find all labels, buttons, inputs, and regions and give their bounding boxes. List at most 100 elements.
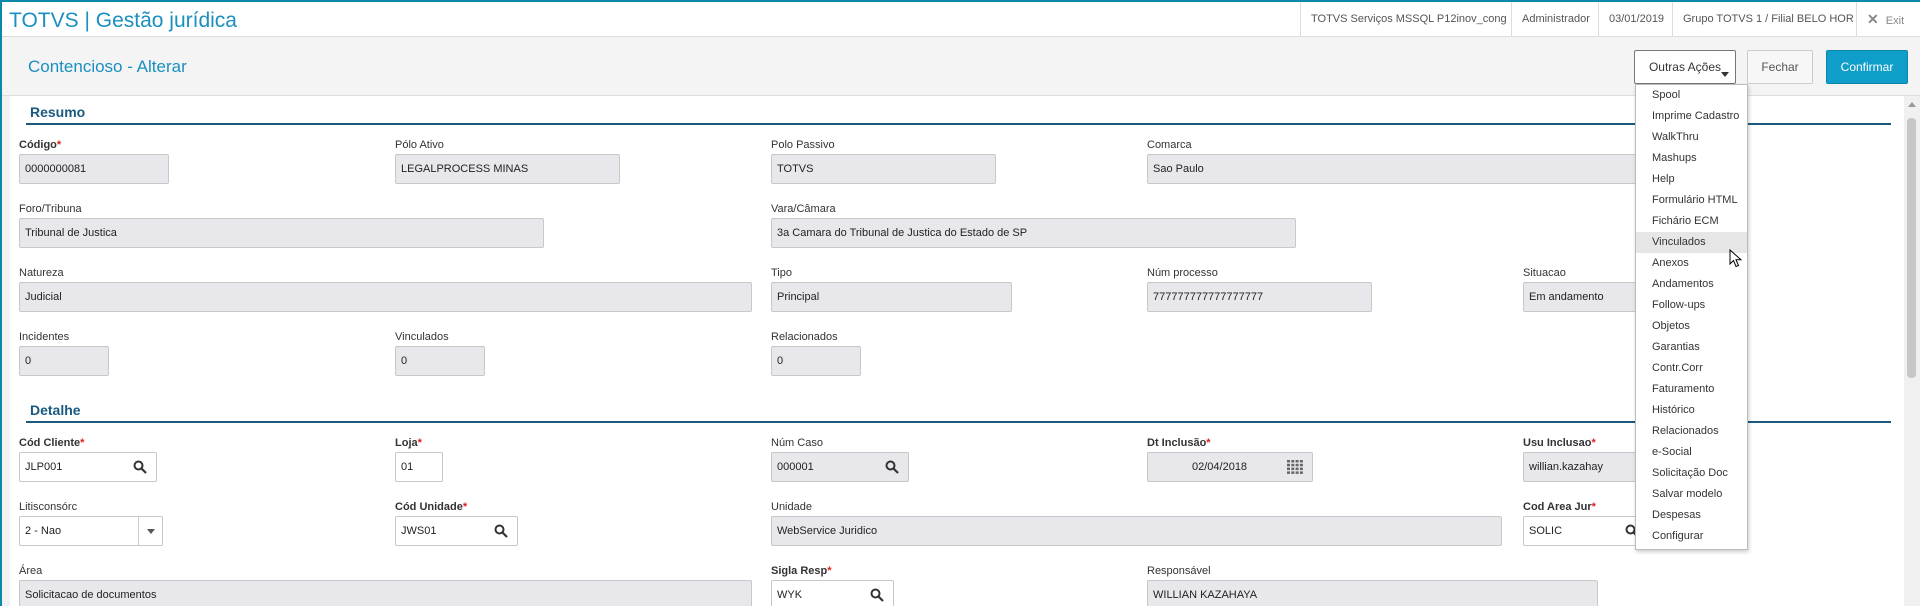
other-actions-menu: Spool Imprime Cadastro WalkThru Mashups … <box>1635 84 1748 550</box>
scrollbar-thumb[interactable] <box>1907 118 1916 378</box>
sigla-resp-label: Sigla Resp* <box>771 565 832 577</box>
menu-item-historico[interactable]: Histórico <box>1636 400 1747 421</box>
confirm-button[interactable]: Confirmar <box>1826 50 1908 84</box>
menu-item-relacionados[interactable]: Relacionados <box>1636 421 1747 442</box>
menu-item-salvar-modelo[interactable]: Salvar modelo <box>1636 484 1747 505</box>
environment-info: TOTVS Serviços MSSQL P12inov_cong <box>1300 2 1517 37</box>
menu-item-follow-ups[interactable]: Follow-ups <box>1636 295 1747 316</box>
form-content: Resumo Código* 0000000081 Pólo Ativo LEG… <box>10 96 1904 606</box>
caret-down-icon <box>1721 72 1729 77</box>
page-title: Contencioso - Alterar <box>28 57 187 76</box>
app-title: TOTVS | Gestão jurídica <box>9 9 237 32</box>
close-icon: ✕ <box>1867 11 1879 27</box>
exit-button[interactable]: ✕ Exit <box>1856 2 1920 37</box>
responsavel-field[interactable]: WILLIAN KAZAHAYA <box>1147 580 1598 606</box>
vinculados-label: Vinculados <box>395 331 449 343</box>
relacionados-field[interactable]: 0 <box>771 346 861 376</box>
area-field[interactable]: Solicitacao de documentos <box>19 580 752 606</box>
codigo-label: Código* <box>19 139 62 151</box>
calendar-icon[interactable] <box>1287 460 1303 474</box>
vara-field[interactable]: 3a Camara do Tribunal de Justica do Esta… <box>771 218 1296 248</box>
mouse-pointer-icon <box>1729 249 1743 268</box>
top-bar: TOTVS | Gestão jurídica TOTVS Serviços M… <box>2 0 1920 37</box>
tipo-label: Tipo <box>771 267 792 279</box>
menu-item-objetos[interactable]: Objetos <box>1636 316 1747 337</box>
cod-area-jur-field[interactable]: SOLIC <box>1523 516 1642 546</box>
menu-item-walkthru[interactable]: WalkThru <box>1636 127 1747 148</box>
incidentes-field[interactable]: 0 <box>19 346 109 376</box>
cod-unidade-field[interactable]: JWS01 <box>395 516 518 546</box>
natureza-field[interactable]: Judicial <box>19 282 752 312</box>
polo-passivo-label: Polo Passivo <box>771 139 835 151</box>
num-caso-label: Núm Caso <box>771 437 823 449</box>
num-processo-field[interactable]: 777777777777777777 <box>1147 282 1372 312</box>
menu-item-fichario-ecm[interactable]: Fichário ECM <box>1636 211 1747 232</box>
situacao-label: Situacao <box>1523 267 1566 279</box>
menu-item-solicitacao-doc[interactable]: Solicitação Doc <box>1636 463 1747 484</box>
close-button[interactable]: Fechar <box>1747 50 1813 84</box>
unidade-label: Unidade <box>771 501 812 513</box>
litisconsorc-select[interactable]: 2 - Nao <box>19 516 163 546</box>
date-info: 03/01/2019 <box>1598 2 1674 37</box>
exit-label: Exit <box>1885 15 1905 27</box>
section-divider <box>26 123 1891 125</box>
situacao-field[interactable]: Em andamento <box>1523 282 1642 312</box>
menu-item-faturamento[interactable]: Faturamento <box>1636 379 1747 400</box>
vinculados-field[interactable]: 0 <box>395 346 485 376</box>
section-title-detalhe: Detalhe <box>30 402 81 418</box>
responsavel-label: Responsável <box>1147 565 1211 577</box>
menu-item-help[interactable]: Help <box>1636 169 1747 190</box>
dt-inclusao-field[interactable]: 02/04/2018 <box>1147 452 1313 482</box>
menu-item-formulario-html[interactable]: Formulário HTML <box>1636 190 1747 211</box>
polo-passivo-field[interactable]: TOTVS <box>771 154 996 184</box>
litisconsorc-label: Litisconsórc <box>19 501 78 513</box>
codigo-field[interactable]: 0000000081 <box>19 154 169 184</box>
search-icon[interactable] <box>885 460 899 474</box>
menu-item-mashups[interactable]: Mashups <box>1636 148 1747 169</box>
page-header: Contencioso - Alterar Outras Ações Fecha… <box>2 37 1920 96</box>
foro-field[interactable]: Tribunal de Justica <box>19 218 544 248</box>
search-icon[interactable] <box>133 460 147 474</box>
usu-inclusao-field[interactable]: willian.kazahay <box>1523 452 1642 482</box>
usu-inclusao-label: Usu Inclusao* <box>1523 437 1596 449</box>
dt-inclusao-label: Dt Inclusão* <box>1147 437 1211 449</box>
section-divider <box>26 421 1891 423</box>
loja-label: Loja* <box>395 437 422 449</box>
menu-item-imprime-cadastro[interactable]: Imprime Cadastro <box>1636 106 1747 127</box>
menu-item-despesas[interactable]: Despesas <box>1636 505 1747 526</box>
cod-cliente-field[interactable]: JLP001 <box>19 452 157 482</box>
search-icon[interactable] <box>870 588 884 602</box>
menu-item-configurar[interactable]: Configurar <box>1636 526 1747 547</box>
cod-cliente-label: Cód Cliente* <box>19 437 85 449</box>
comarca-label: Comarca <box>1147 139 1192 151</box>
sigla-resp-field[interactable]: WYK <box>771 580 894 606</box>
vertical-scrollbar[interactable] <box>1904 96 1920 606</box>
polo-ativo-label: Pólo Ativo <box>395 139 444 151</box>
unidade-field[interactable]: WebService Juridico <box>771 516 1502 546</box>
search-icon[interactable] <box>494 524 508 538</box>
natureza-label: Natureza <box>19 267 64 279</box>
menu-item-spool[interactable]: Spool <box>1636 85 1747 106</box>
vara-label: Vara/Câmara <box>771 203 836 215</box>
num-processo-label: Núm processo <box>1147 267 1218 279</box>
section-title-resumo: Resumo <box>30 104 86 120</box>
menu-item-e-social[interactable]: e-Social <box>1636 442 1747 463</box>
other-actions-label: Outras Ações <box>1648 60 1722 74</box>
menu-item-andamentos[interactable]: Andamentos <box>1636 274 1747 295</box>
tipo-field[interactable]: Principal <box>771 282 1012 312</box>
menu-item-garantias[interactable]: Garantias <box>1636 337 1747 358</box>
cod-area-jur-label: Cod Area Jur* <box>1523 501 1596 513</box>
relacionados-label: Relacionados <box>771 331 838 343</box>
num-caso-field[interactable]: 000001 <box>771 452 909 482</box>
scroll-up-arrow-icon[interactable] <box>1908 102 1916 107</box>
loja-field[interactable]: 01 <box>395 452 443 482</box>
incidentes-label: Incidentes <box>19 331 70 343</box>
polo-ativo-field[interactable]: LEGALPROCESS MINAS <box>395 154 620 184</box>
area-label: Área <box>19 565 43 577</box>
menu-item-contr-corr[interactable]: Contr.Corr <box>1636 358 1747 379</box>
branch-info: Grupo TOTVS 1 / Filial BELO HOR <box>1672 2 1864 37</box>
comarca-field[interactable]: Sao Paulo <box>1147 154 1642 184</box>
chevron-down-icon[interactable] <box>138 517 162 545</box>
other-actions-button[interactable]: Outras Ações <box>1634 50 1736 84</box>
cod-unidade-label: Cód Unidade* <box>395 501 468 513</box>
